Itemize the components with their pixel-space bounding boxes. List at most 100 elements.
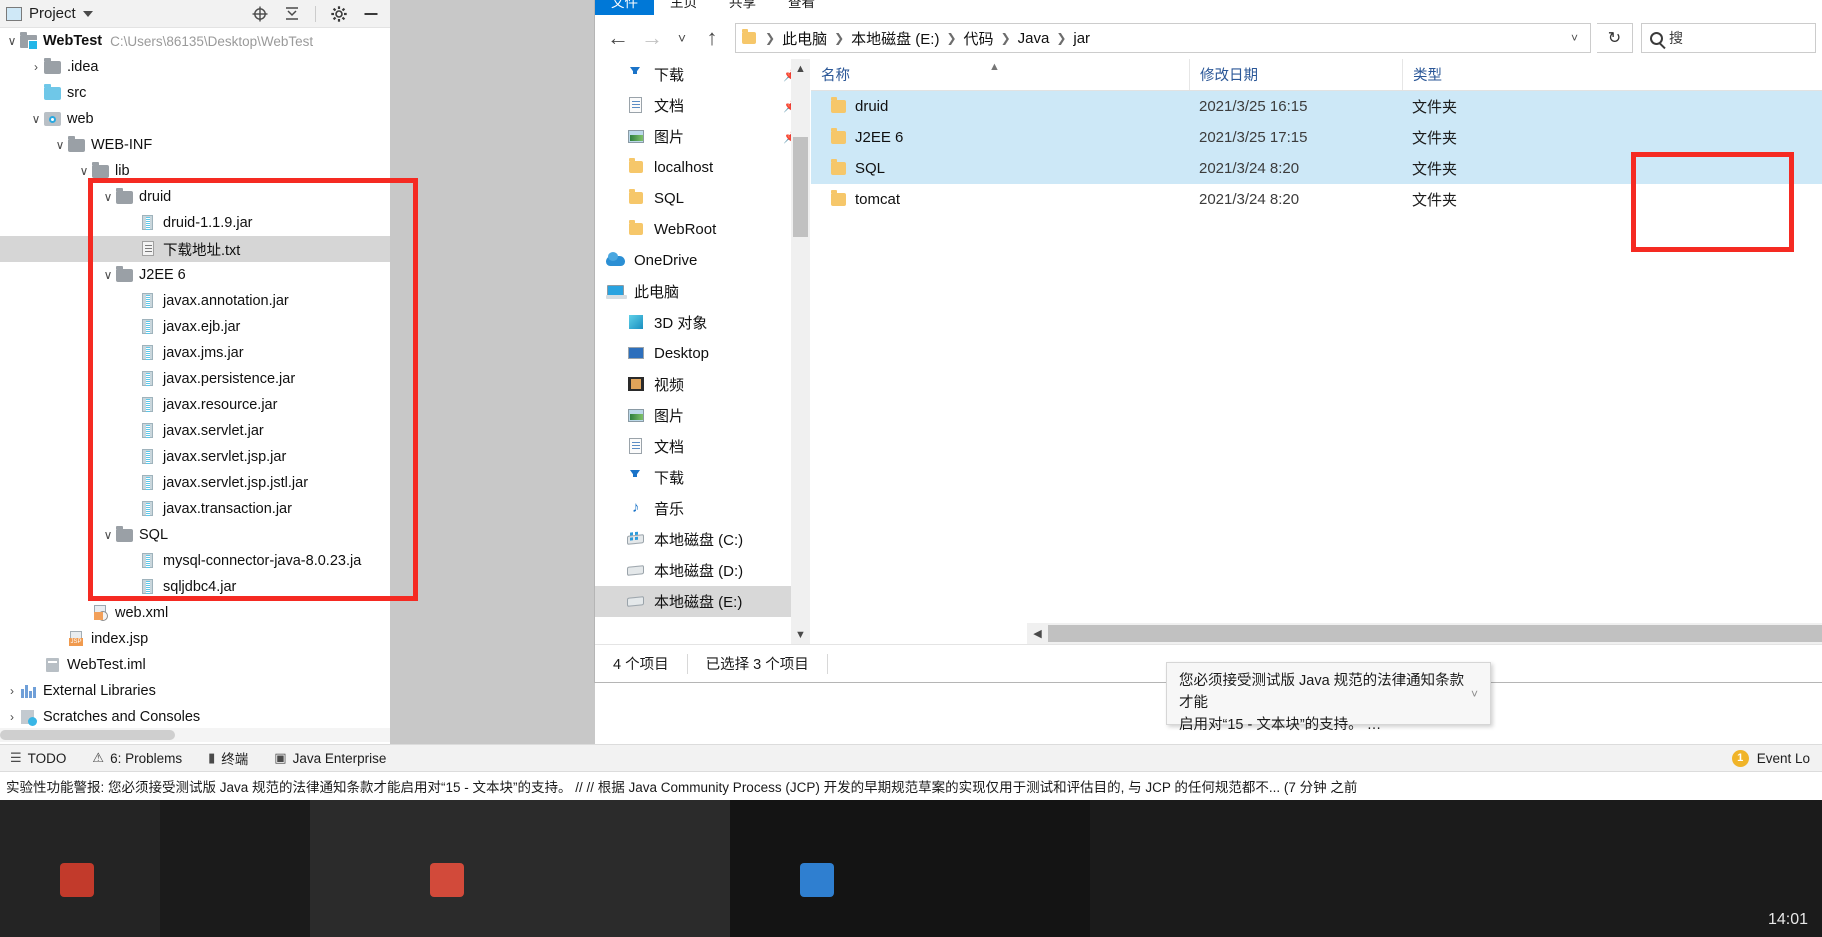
sidebar-item-1[interactable]: 文档📌 [595,90,809,121]
breadcrumb-item-2[interactable]: 代码 [960,28,998,49]
sidebar-item-8[interactable]: 3D 对象 [595,307,809,338]
tree-row[interactable]: ∨ web [0,106,390,132]
file-list-hscroll-thumb[interactable] [1048,625,1822,642]
sidebar-item-14[interactable]: ♪ 音乐 [595,493,809,524]
tree-row[interactable]: javax.servlet.jar [0,418,390,444]
chevron-down-icon[interactable]: ˅ [1471,685,1478,703]
tree-row[interactable]: javax.servlet.jsp.jar [0,444,390,470]
minimize-icon[interactable] [362,5,380,23]
chevron-down-icon[interactable]: ∨ [100,529,116,541]
tree-row[interactable]: ∨ SQL [0,522,390,548]
sidebar-item-12[interactable]: 文档 [595,431,809,462]
bottom-tab-java-enterprise[interactable]: ▣ Java Enterprise [264,745,402,771]
chevron-down-icon[interactable]: ∨ [100,191,116,203]
table-row[interactable]: J2EE 6 2021/3/25 17:15 文件夹 [811,122,1822,153]
bottom-tab-terminal[interactable]: ▮ 终端 [198,745,264,771]
tree-row[interactable]: › .idea [0,54,390,80]
tree-row[interactable]: src [0,80,390,106]
chevron-right-icon[interactable]: › [28,61,44,73]
tree-row[interactable]: javax.persistence.jar [0,366,390,392]
nav-scroll-thumb[interactable] [793,137,808,237]
tree-row[interactable]: ∨ lib [0,158,390,184]
tree-row[interactable]: druid-1.1.9.jar [0,210,390,236]
sidebar-item-9[interactable]: Desktop [595,338,809,369]
sidebar-item-7[interactable]: 此电脑 [595,276,809,307]
tree-row[interactable]: ∨ J2EE 6 [0,262,390,288]
arrow-left-icon[interactable]: ← [601,21,635,55]
tree-row[interactable]: index.jsp [0,626,390,652]
chevron-right-icon[interactable]: › [4,711,20,723]
file-list-rows[interactable]: druid 2021/3/25 16:15 文件夹 J2EE 6 2021/3/25 1… [811,91,1822,215]
target-icon[interactable] [251,5,269,23]
chevron-down-icon[interactable]: ∨ [76,165,92,177]
tree-row[interactable]: javax.jms.jar [0,340,390,366]
address-breadcrumb-box[interactable]: ❯ 此电脑 ❯ 本地磁盘 (E:) ❯ 代码 ❯ Java ❯ jar ˅ [735,23,1591,53]
bottom-tab-problems[interactable]: ⚠ 6: Problems [82,745,198,771]
sidebar-item-2[interactable]: 图片📌 [595,121,809,152]
scroll-left-icon[interactable]: ◀ [1027,623,1048,644]
breadcrumb-item-0[interactable]: 此电脑 [778,28,831,49]
tree-row[interactable]: web.xml [0,600,390,626]
event-log-label[interactable]: Event Lo [1757,751,1810,766]
column-header-date[interactable]: 修改日期 [1189,59,1402,90]
scroll-up-icon[interactable]: ▲ [791,59,810,78]
sidebar-item-13[interactable]: 下载 [595,462,809,493]
ribbon-tab-0[interactable]: 文件 [595,0,654,15]
sidebar-item-17[interactable]: 本地磁盘 (E:) [595,586,809,617]
chevron-right-icon[interactable]: › [4,685,20,697]
nav-pane-scrollbar[interactable]: ▲ ▼ [791,59,810,644]
chevron-down-icon[interactable]: ˅ [669,21,695,55]
tree-row[interactable]: mysql-connector-java-8.0.23.ja [0,548,390,574]
tree-row[interactable]: › Scratches and Consoles [0,704,390,728]
sidebar-item-4[interactable]: SQL [595,183,809,214]
project-tree[interactable]: ∨ WebTest C:\Users\86135\Desktop\WebTest ›.… [0,28,390,728]
address-dropdown-icon[interactable]: ˅ [1565,31,1584,45]
ribbon-tab-2[interactable]: 共享 [713,0,772,15]
taskbar-app-icon[interactable] [60,863,94,897]
sidebar-item-15[interactable]: 本地磁盘 (C:) [595,524,809,555]
arrow-right-icon[interactable]: → [635,21,669,55]
sidebar-item-0[interactable]: 下载📌 [595,59,809,90]
sidebar-item-6[interactable]: OneDrive [595,245,809,276]
tree-row[interactable]: javax.servlet.jsp.jstl.jar [0,470,390,496]
chevron-down-icon[interactable] [82,10,93,17]
sidebar-item-5[interactable]: WebRoot [595,214,809,245]
column-header-type[interactable]: 类型 [1402,59,1602,90]
tree-row[interactable]: ∨ WEB-INF [0,132,390,158]
taskbar-app-icon[interactable] [430,863,464,897]
tree-hscroll-thumb[interactable] [0,730,175,740]
tree-row[interactable]: javax.ejb.jar [0,314,390,340]
table-row[interactable]: druid 2021/3/25 16:15 文件夹 [811,91,1822,122]
sidebar-item-16[interactable]: 本地磁盘 (D:) [595,555,809,586]
chevron-down-icon[interactable]: ∨ [28,113,44,125]
breadcrumb-item-3[interactable]: Java [1014,30,1054,47]
taskbar-app-icon[interactable] [800,863,834,897]
breadcrumb-item-4[interactable]: jar [1069,30,1094,47]
table-row[interactable]: tomcat 2021/3/24 8:20 文件夹 [811,184,1822,215]
column-header-name[interactable]: 名称 ▲ [811,59,1189,90]
chevron-down-icon[interactable]: ∨ [52,139,68,151]
sidebar-item-11[interactable]: 图片 [595,400,809,431]
tree-row[interactable]: 下载地址.txt [0,236,390,262]
tree-row[interactable]: javax.transaction.jar [0,496,390,522]
taskbar-clock[interactable]: 14:01 [1768,910,1808,929]
arrow-up-icon[interactable]: ↑ [695,21,729,55]
tree-row[interactable]: › External Libraries [0,678,390,704]
sidebar-item-10[interactable]: 视频 [595,369,809,400]
ribbon-tab-strip[interactable]: 文件 主页 共享 查看 [595,0,1822,15]
refresh-icon[interactable]: ↻ [1597,23,1633,53]
collapse-all-icon[interactable] [283,5,301,23]
gear-icon[interactable] [330,5,348,23]
tree-row[interactable]: sqljdbc4.jar [0,574,390,600]
tree-row[interactable]: javax.resource.jar [0,392,390,418]
chevron-down-icon[interactable]: ∨ [4,35,20,47]
explorer-navigation-pane[interactable]: 下载📌文档📌图片📌 localhost SQL WebRoot OneDrive 此电脑 3… [595,59,810,644]
scroll-down-icon[interactable]: ▼ [791,625,810,644]
ribbon-tab-1[interactable]: 主页 [654,0,713,15]
file-list-hscrollbar[interactable]: ◀ [1027,623,1822,644]
tree-row[interactable]: WebTest.iml [0,652,390,678]
bottom-tab-todo[interactable]: ☰ TODO [0,745,82,771]
table-row[interactable]: SQL 2021/3/24 8:20 文件夹 [811,153,1822,184]
breadcrumb-item-1[interactable]: 本地磁盘 (E:) [847,28,943,49]
tree-row[interactable]: javax.annotation.jar [0,288,390,314]
